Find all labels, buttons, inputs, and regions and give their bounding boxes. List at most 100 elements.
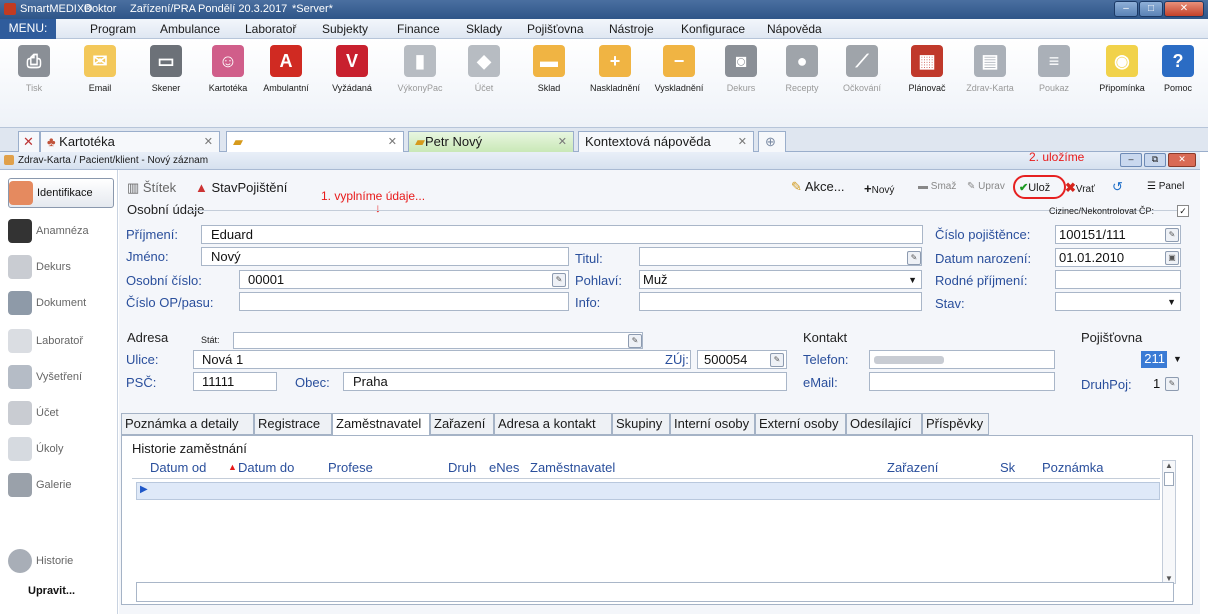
zdrav-karta-button[interactable]: ▤ Zdrav-Karta <box>962 45 1018 93</box>
skener-button[interactable]: ▭ Skener <box>138 45 194 93</box>
restore-form-button[interactable]: ⧉ <box>1144 153 1166 167</box>
akce-button[interactable]: ✎ Akce... <box>791 179 845 195</box>
cislo-op-field[interactable] <box>239 292 569 311</box>
sklad-button[interactable]: ▬ Sklad <box>521 45 577 93</box>
menu-pojistovna[interactable]: Pojišťovna <box>527 22 584 36</box>
stat-picker-icon[interactable]: ✎ <box>628 334 642 348</box>
titul-picker-icon[interactable]: ✎ <box>907 251 921 265</box>
planovac-button[interactable]: ▦ Plánovač <box>899 45 955 93</box>
menu-subjekty[interactable]: Subjekty <box>322 22 368 36</box>
menu-nastroje[interactable]: Nástroje <box>609 22 654 36</box>
sidebar-item-laborator[interactable]: Laboratoř <box>8 326 114 356</box>
menu-sklady[interactable]: Sklady <box>466 22 502 36</box>
psc-field[interactable]: 11111 <box>193 372 277 391</box>
uprav-button[interactable]: ✎ Uprav <box>967 181 1005 192</box>
col-zarazeni[interactable]: Zařazení <box>887 460 938 475</box>
col-druh[interactable]: Druh <box>448 460 476 475</box>
tab-externi-osoby[interactable]: Externí osoby <box>755 413 846 435</box>
close-icon[interactable]: ✕ <box>738 135 747 148</box>
close-button[interactable]: ✕ <box>1164 1 1204 17</box>
sidebar-item-dekurs[interactable]: Dekurs <box>8 252 114 282</box>
tisk-button[interactable]: ⎙ Tisk <box>6 45 62 93</box>
scroll-up-icon[interactable]: ▲ <box>1163 461 1175 470</box>
dekurs-button[interactable]: ◙ Dekurs <box>713 45 769 93</box>
sidebar-item-anamneza[interactable]: Anamnéza <box>8 216 114 246</box>
vyzadana-button[interactable]: V Vyžádaná <box>324 45 380 93</box>
grid-scrollbar[interactable]: ▲ ▼ <box>1162 460 1176 584</box>
tab-odesilajici[interactable]: Odesílající <box>846 413 922 435</box>
ulice-field[interactable]: Nová 1 <box>193 350 691 369</box>
prijmeni-field[interactable]: Eduard <box>201 225 923 244</box>
pripominka-button[interactable]: ◉ Připomínka <box>1094 45 1150 93</box>
tab-help[interactable]: Kontextová nápověda ✕ <box>578 131 754 152</box>
poukaz-button[interactable]: ≡ Poukaz <box>1026 45 1082 93</box>
minimize-form-button[interactable]: – <box>1120 153 1142 167</box>
sidebar-item-ukoly[interactable]: Úkoly <box>8 434 114 464</box>
vykonypac-button[interactable]: ▮ VýkonyPac <box>392 45 448 93</box>
col-enes[interactable]: eNes <box>489 460 519 475</box>
tab-new-record[interactable]: ▰ ✕ <box>226 131 404 152</box>
tab-skupiny[interactable]: Skupiny <box>612 413 670 435</box>
kartoteka-button[interactable]: ☺ Kartotéka <box>200 45 256 93</box>
pohlavi-select[interactable]: Muž ▼ <box>639 270 922 289</box>
table-row[interactable] <box>136 482 1160 500</box>
menu-finance[interactable]: Finance <box>397 22 440 36</box>
tab-patient[interactable]: ▰Petr Nový ✕ <box>408 131 574 152</box>
stat-field[interactable] <box>233 332 643 349</box>
cislo-pojistence-field[interactable]: 100151/111 <box>1055 225 1181 244</box>
ambulantni-button[interactable]: A Ambulantní <box>258 45 314 93</box>
jmeno-field[interactable]: Nový <box>201 247 569 266</box>
recepty-button[interactable]: ● Recepty <box>774 45 830 93</box>
druhpoj-picker-icon[interactable]: ✎ <box>1165 377 1179 391</box>
sidebar-item-historie[interactable]: Historie <box>8 546 114 576</box>
menu-laborator[interactable]: Laboratoř <box>245 22 296 36</box>
close-icon[interactable]: ✕ <box>388 135 397 148</box>
col-zamestnavatel[interactable]: Zaměstnavatel <box>530 460 615 475</box>
sidebar-item-identifikace[interactable]: Identifikace <box>8 178 114 208</box>
osobni-cislo-field[interactable]: 00001 <box>239 270 569 289</box>
status-field[interactable] <box>136 582 1174 602</box>
col-profese[interactable]: Profese <box>328 460 373 475</box>
pojistovna-select[interactable]: 211 <box>1141 351 1167 368</box>
uloz-button[interactable]: ✔Ulož <box>1013 175 1066 199</box>
tab-poznamka[interactable]: Poznámka a detaily <box>121 413 254 435</box>
smaz-button[interactable]: ▬ Smaž <box>918 181 956 192</box>
zuj-picker-icon[interactable]: ✎ <box>770 353 784 367</box>
close-icon[interactable]: ✕ <box>204 135 213 148</box>
email-button[interactable]: ✉ Email <box>72 45 128 93</box>
sidebar-item-vysetreni[interactable]: Vyšetření <box>8 362 114 392</box>
close-form-button[interactable]: ✕ <box>1168 153 1196 167</box>
dropdown-arrow-icon[interactable]: ▼ <box>1173 354 1182 364</box>
tab-prispevky[interactable]: Příspěvky <box>922 413 989 435</box>
tab-interni-osoby[interactable]: Interní osoby <box>670 413 755 435</box>
naskladneni-button[interactable]: + Naskladnění <box>587 45 643 93</box>
menu-ambulance[interactable]: Ambulance <box>160 22 220 36</box>
menu-program[interactable]: Program <box>90 22 136 36</box>
obec-field[interactable]: Praha <box>343 372 787 391</box>
tab-registrace[interactable]: Registrace <box>254 413 332 435</box>
pojistenec-picker-icon[interactable]: ✎ <box>1165 228 1179 242</box>
upravit-link[interactable]: Upravit... <box>8 576 114 606</box>
vrat-button[interactable]: ✖Vrať <box>1065 180 1095 196</box>
datum-narozeni-field[interactable]: 01.01.2010 <box>1055 248 1181 267</box>
stav-pojisteni-button[interactable]: ▲ StavPojištění <box>195 180 287 195</box>
col-datum-do[interactable]: Datum do <box>238 460 294 475</box>
stav-select[interactable]: ▼ <box>1055 292 1181 311</box>
osobni-cislo-picker-icon[interactable]: ✎ <box>552 273 566 287</box>
minimize-button[interactable]: – <box>1114 1 1138 17</box>
info-field[interactable] <box>639 292 922 311</box>
col-datum-od[interactable]: Datum od <box>150 460 206 475</box>
tab-zamestnavatel[interactable]: Zaměstnavatel <box>332 413 430 436</box>
tab-adresa-kontakt[interactable]: Adresa a kontakt <box>494 413 612 435</box>
titul-field[interactable] <box>639 247 922 266</box>
tab-kartoteka[interactable]: ♣ Kartotéka ✕ <box>40 131 220 152</box>
calendar-picker-icon[interactable]: ▣ <box>1165 251 1179 265</box>
stitek-button[interactable]: ▥ Štítek <box>127 180 176 196</box>
telefon-field[interactable] <box>869 350 1055 369</box>
menu-main[interactable]: MENU: <box>0 19 56 39</box>
sidebar-item-dokument[interactable]: Dokument <box>8 288 114 318</box>
panel-button[interactable]: ☰ Panel <box>1147 181 1184 192</box>
pomoc-button[interactable]: ? Pomoc <box>1150 45 1206 93</box>
new-tab-button[interactable]: ⊕ <box>758 131 786 152</box>
ockovani-button[interactable]: ⟋ Očkování <box>834 45 890 93</box>
